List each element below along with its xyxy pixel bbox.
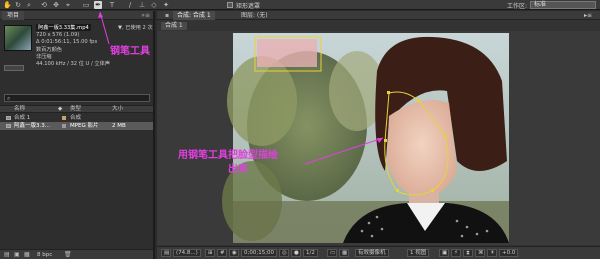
snapshot-icon[interactable]: ◉ bbox=[229, 249, 239, 257]
project-row-comp[interactable]: 合成 1 合成 bbox=[0, 114, 153, 122]
workspace-select[interactable]: 标准 bbox=[530, 1, 596, 9]
project-search-input[interactable]: ⌕ bbox=[4, 94, 150, 102]
orbit-icon[interactable]: ⟲ bbox=[40, 1, 48, 9]
camera-icon[interactable]: ◎ bbox=[279, 249, 289, 257]
footage-icon bbox=[6, 124, 11, 128]
current-time[interactable]: 0;00;15;00 bbox=[241, 249, 278, 257]
footage-duration: Δ 0:01:56:11, 15.00 fps bbox=[36, 39, 98, 45]
camera-dropdown[interactable]: 有效摄像机 bbox=[355, 249, 389, 257]
footage-compression: 非压缩 bbox=[36, 54, 52, 60]
views-dropdown[interactable]: 1 视图 bbox=[407, 249, 430, 257]
camera-icon[interactable]: ⌖ bbox=[64, 1, 72, 9]
new-folder-icon[interactable]: ▣ bbox=[14, 251, 20, 259]
brush-icon[interactable]: / bbox=[126, 1, 134, 9]
workspace-label: 工作区: bbox=[507, 3, 528, 10]
composition-panel: ▪ 合成: 合成 1 图层: (无) ▸≡ 合成 1 ▤ (74.8...) ⊞… bbox=[157, 11, 600, 259]
flowchart-icon[interactable]: ⌘ bbox=[475, 249, 485, 257]
project-bottom-bar: ▤ ▣ ▦ 8 bpc 🗑 bbox=[0, 249, 153, 259]
timeline-icon[interactable]: ⧗ bbox=[463, 249, 473, 257]
trace-annotation-line2: 出来 bbox=[228, 164, 248, 175]
safe-zones-icon[interactable]: ⊞ bbox=[205, 249, 215, 257]
pan-icon[interactable]: ✥ bbox=[52, 1, 60, 9]
exposure-value[interactable]: +0.0 bbox=[499, 249, 519, 257]
column-size[interactable]: 大小 bbox=[112, 106, 123, 113]
pen-tool-icon[interactable]: ✒ bbox=[94, 1, 102, 9]
region-icon[interactable]: ▭ bbox=[327, 249, 337, 257]
zoom-icon[interactable]: ⌕ bbox=[25, 1, 33, 9]
rotate-icon[interactable]: ↻ bbox=[14, 1, 22, 9]
label-icon: ◆ bbox=[58, 106, 63, 112]
footage-used-count: ▼, 已使用 2 次 bbox=[118, 25, 153, 31]
row-name: 阿鑫一版3.3... bbox=[14, 123, 50, 129]
row-name: 合成 1 bbox=[14, 115, 31, 121]
project-tab[interactable]: 项目 bbox=[2, 11, 25, 20]
project-row-footage[interactable]: 阿鑫一版3.3... MPEG 影片 2 MB bbox=[0, 122, 153, 130]
column-name[interactable]: 名称 bbox=[14, 106, 25, 113]
color-depth-button[interactable]: 8 bpc bbox=[37, 251, 52, 259]
zoom-dropdown[interactable]: (74.8...) bbox=[173, 249, 201, 257]
row-type: 合成 bbox=[70, 115, 82, 121]
audio-waveform-icon bbox=[4, 65, 24, 71]
puppet-icon[interactable]: ✦ bbox=[162, 1, 170, 9]
eraser-icon[interactable]: ◇ bbox=[150, 1, 158, 9]
rect-mask-icon[interactable]: ▭ bbox=[82, 1, 90, 9]
lock-icon[interactable]: ▪ bbox=[161, 11, 171, 20]
hand-icon[interactable]: ✋ bbox=[3, 1, 12, 9]
color-swatch-icon[interactable]: ● bbox=[291, 249, 301, 257]
composition-viewer[interactable] bbox=[157, 31, 600, 245]
label-swatch bbox=[62, 124, 66, 128]
tools-toolbar: ✋ ↻ ⌕ ⟲ ✥ ⌖ ▭ ✒ T / ⊥ ◇ ✦ 矩形遮罩 工作区: 标准 bbox=[0, 0, 600, 10]
auto-open-checkbox[interactable] bbox=[227, 2, 233, 8]
fast-preview-icon[interactable]: ⚡ bbox=[451, 249, 461, 257]
exposure-icon[interactable]: ☀ bbox=[487, 249, 497, 257]
clone-icon[interactable]: ⊥ bbox=[138, 1, 146, 9]
column-type[interactable]: 类型 bbox=[70, 106, 81, 113]
always-preview-icon[interactable]: ▤ bbox=[161, 249, 171, 257]
panel-menu-icon[interactable]: »≡ bbox=[141, 11, 150, 20]
footage-thumbnail bbox=[4, 25, 32, 51]
footage-colors: 数百万颜色 bbox=[36, 47, 62, 53]
trash-icon[interactable]: 🗑 bbox=[64, 251, 72, 259]
search-icon: ⌕ bbox=[7, 95, 11, 102]
row-size: 2 MB bbox=[112, 123, 126, 129]
interpret-footage-icon[interactable]: ▤ bbox=[4, 251, 10, 259]
composition-frame bbox=[222, 33, 509, 243]
toggle-pixel-icon[interactable]: ▣ bbox=[439, 249, 449, 257]
tab-layer[interactable]: 图层: (无) bbox=[237, 11, 272, 20]
composition-icon bbox=[6, 116, 11, 120]
trace-annotation: 用钢笔工具把脸型描绘 bbox=[178, 150, 278, 161]
resolution-dropdown[interactable]: 1/2 bbox=[303, 249, 318, 257]
grid-icon[interactable]: # bbox=[217, 249, 227, 257]
composition-tabbar: ▪ 合成: 合成 1 图层: (无) ▸≡ bbox=[157, 11, 600, 20]
transparency-grid-icon[interactable]: ▦ bbox=[339, 249, 349, 257]
footage-file-name: 阿鑫一版3.33集.mp4 bbox=[36, 24, 91, 31]
row-type: MPEG 影片 bbox=[70, 123, 99, 129]
tab-composition[interactable]: 合成: 合成 1 bbox=[173, 11, 215, 20]
text-icon[interactable]: T bbox=[108, 1, 116, 9]
pen-tool-annotation: 钢笔工具 bbox=[110, 46, 150, 57]
footage-dimensions: 720 x 576 (1.09) bbox=[36, 32, 80, 38]
panel-menu-icon[interactable]: ▸≡ bbox=[580, 11, 596, 20]
new-comp-icon[interactable]: ▦ bbox=[24, 251, 30, 259]
label-swatch bbox=[62, 116, 66, 120]
project-tabbar: 项目 »≡ bbox=[0, 11, 153, 20]
footage-audio: 44.100 kHz / 32 位 U / 立体声 bbox=[36, 61, 110, 67]
comp-breadcrumb[interactable]: 合成 1 bbox=[161, 22, 187, 30]
auto-open-label: 矩形遮罩 bbox=[236, 3, 261, 10]
composition-bottom-bar: ▤ (74.8...) ⊞ # ◉ 0;00;15;00 ◎ ● 1/2 ▭ ▦… bbox=[157, 246, 600, 259]
project-column-header: 名称 ◆ 类型 大小 bbox=[0, 105, 153, 113]
